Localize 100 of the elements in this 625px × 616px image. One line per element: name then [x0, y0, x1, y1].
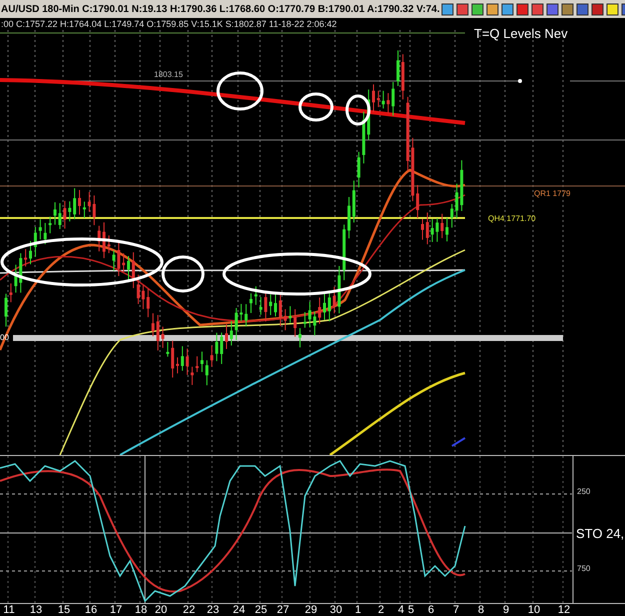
candlestick [220, 332, 224, 364]
candlestick [117, 240, 120, 277]
candlestick [205, 360, 208, 386]
candlestick [132, 252, 135, 289]
candlestick [357, 151, 360, 188]
candlestick [156, 314, 160, 351]
candlestick [73, 188, 76, 220]
date-label: 7 [452, 604, 460, 616]
candlestick [38, 218, 42, 240]
date-label: 17 [109, 604, 123, 616]
candlestick [142, 284, 145, 310]
candlestick [4, 293, 8, 328]
date-label: 15 [57, 604, 71, 616]
candlestick [430, 218, 434, 242]
candlestick [392, 82, 395, 116]
candlestick [82, 201, 86, 218]
candlestick [186, 348, 189, 376]
toolbar-icon[interactable] [590, 2, 605, 16]
toolbar-icon[interactable] [604, 2, 620, 16]
candlestick [342, 224, 346, 281]
toolbar-icon[interactable] [574, 2, 590, 16]
candlestick [303, 312, 306, 328]
candlestick [328, 292, 331, 322]
annotation-ellipse [298, 92, 334, 122]
candlestick [386, 92, 390, 114]
candlestick [54, 202, 56, 226]
bar-info-line: :00 C:1757.22 H:1764.04 L:1749.74 O:1759.85 V:15.1K S:1802.87 11-18-22 2:06:42 [1, 19, 337, 29]
candlestick [288, 306, 292, 324]
candlestick [318, 297, 322, 324]
date-label: 13 [29, 604, 43, 616]
candlestick [88, 191, 91, 212]
candlestick [92, 194, 96, 226]
date-label: 12 [557, 604, 571, 616]
candlestick [112, 250, 116, 272]
toolbar-icon[interactable] [440, 2, 455, 16]
date-label: 24 [232, 604, 246, 616]
candlestick [382, 90, 385, 109]
candlestick [166, 341, 170, 358]
candlestick [372, 84, 375, 112]
date-label: 27 [276, 604, 290, 616]
candlestick [362, 111, 366, 164]
candlestick [332, 286, 336, 314]
candlestick [146, 288, 150, 318]
candlestick [102, 222, 106, 259]
candlestick [24, 248, 28, 268]
date-label: 2 [376, 604, 386, 616]
candlestick [352, 180, 356, 223]
candlestick [323, 293, 326, 320]
candlestick [446, 217, 448, 242]
candlestick [294, 308, 297, 338]
candlestick [230, 320, 233, 346]
candlestick [196, 356, 199, 373]
axis-label: 750 [577, 564, 590, 573]
candlestick [78, 190, 81, 216]
toolbar-icon[interactable] [484, 2, 500, 16]
date-label: 5 [406, 604, 416, 616]
candlestick [278, 292, 282, 327]
candlestick [308, 301, 312, 328]
date-label: 20 [154, 604, 168, 616]
candlestick [421, 218, 424, 240]
indicator-label: STO 24, [576, 526, 624, 541]
level-marker [518, 79, 522, 83]
candlestick [34, 226, 37, 258]
toolbar-icon[interactable] [560, 2, 575, 16]
candlestick [416, 184, 420, 219]
candlestick [240, 303, 243, 322]
candlestick [107, 234, 110, 254]
toolbar-icon[interactable] [514, 2, 530, 16]
toolbar-icon[interactable] [470, 2, 485, 16]
toolbar-icon[interactable] [454, 2, 470, 16]
level-label: 1803.15 [154, 70, 183, 79]
candlestick [274, 292, 277, 317]
level-label: QH4 1771.70 [488, 214, 536, 223]
toolbar-icon[interactable] [530, 2, 545, 16]
date-label: 9 [502, 604, 510, 616]
toolbar-icon[interactable] [500, 2, 515, 16]
date-label: 11 [2, 604, 16, 616]
date-label: 8 [476, 604, 486, 616]
candlestick [161, 326, 164, 348]
date-label: 25 [254, 604, 268, 616]
candlestick [284, 308, 287, 331]
candlestick [436, 218, 439, 242]
toolbar-icon[interactable] [544, 2, 560, 16]
candlestick [63, 200, 66, 230]
candlestick [9, 282, 12, 303]
candlestick [440, 213, 444, 239]
candlestick [210, 345, 214, 368]
chart-title: T=Q Levels Nev [474, 26, 568, 41]
date-label: 16 [84, 604, 98, 616]
candlestick [190, 366, 194, 386]
date-label: 18 [134, 604, 148, 616]
date-label: 1 [354, 604, 362, 616]
date-label: 10 [527, 604, 541, 616]
candlestick [98, 225, 101, 252]
candlestick [48, 216, 52, 234]
axis-label: 250 [577, 487, 590, 496]
candlestick [376, 90, 380, 108]
candlestick [254, 286, 258, 306]
candlestick [401, 54, 404, 100]
annotation-ellipse [216, 72, 264, 110]
